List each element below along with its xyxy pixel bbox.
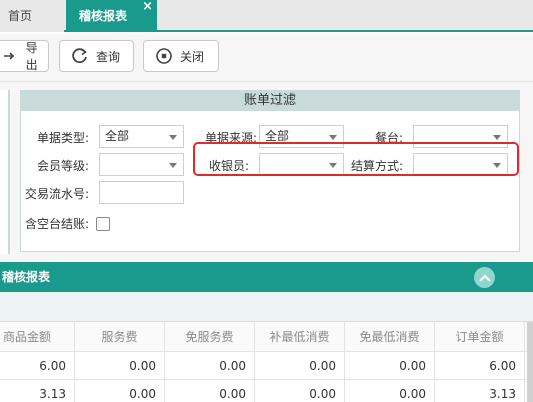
member-level-label: 会员等级:: [36, 159, 89, 173]
table-row[interactable]: 6.00 0.00 0.00 0.00 0.00 6.00: [0, 352, 533, 380]
include-empty-table-label: 含空台结账:: [24, 217, 89, 231]
column-header[interactable]: 免最低消费: [345, 322, 435, 351]
table-header-row: 商品金额 服务费 免服务费 补最低消费 免最低消费 订单金额: [0, 322, 533, 352]
bill-type-label: 单据类型:: [36, 131, 89, 145]
table-cell: 0.00: [75, 380, 165, 402]
tab-audit-report[interactable]: 稽核报表 ×: [66, 0, 157, 32]
export-icon: [1, 46, 20, 66]
tab-bar: 首页 稽核报表 ×: [0, 0, 533, 32]
column-header[interactable]: 商品金额: [0, 322, 75, 351]
table-row[interactable]: 3.13 0.00 0.00 0.00 0.00 3.13: [0, 380, 533, 402]
toolbar: 导出 查询 关闭: [0, 34, 533, 82]
refresh-icon: [70, 46, 90, 66]
export-button[interactable]: 导出: [0, 40, 49, 72]
serial-number-label: 交易流水号:: [24, 187, 89, 201]
bill-type-value: 全部: [105, 129, 130, 143]
close-button[interactable]: 关闭: [143, 40, 219, 72]
query-button[interactable]: 查询: [59, 40, 134, 72]
table-cell: 0.00: [255, 352, 345, 379]
highlight-box: [193, 142, 519, 176]
table-cell: 0.00: [165, 380, 255, 402]
table-cell: 0.00: [75, 352, 165, 379]
table-cell: 6.00: [0, 352, 75, 379]
report-title: 稽核报表: [2, 270, 51, 284]
bill-filter-title: 账单过滤: [21, 91, 519, 111]
report-subheader: [0, 292, 533, 322]
report-header: 稽核报表: [0, 262, 533, 292]
serial-number-input[interactable]: [99, 181, 184, 204]
table-cell: 0.00: [255, 380, 345, 402]
export-label: 导出: [25, 41, 38, 72]
bill-type-select[interactable]: 全部: [99, 125, 184, 148]
chevron-up-icon: [478, 273, 491, 282]
bill-source-value: 全部: [265, 129, 290, 143]
column-header[interactable]: 补最低消费: [255, 322, 345, 351]
include-empty-table-checkbox[interactable]: [96, 217, 110, 231]
column-header[interactable]: 订单金额: [435, 322, 525, 351]
table-cell: 0.00: [345, 380, 435, 402]
column-header[interactable]: 服务费: [75, 322, 165, 351]
table-cell: 0.00: [345, 352, 435, 379]
bill-filter-panel: 账单过滤 单据类型: 全部 单据来源: 全部 餐台: 会员等级: 收银员: 结算…: [20, 90, 520, 252]
filter-area: 账单过滤 单据类型: 全部 单据来源: 全部 餐台: 会员等级: 收银员: 结算…: [0, 82, 533, 338]
column-header[interactable]: 免服务费: [165, 322, 255, 351]
left-panel-edge: [0, 90, 10, 254]
table-cell: 6.00: [435, 352, 525, 379]
table-cell: 0.00: [165, 352, 255, 379]
table-cell: 3.13: [435, 380, 525, 402]
chevron-down-icon: [329, 135, 337, 140]
close-icon[interactable]: ×: [142, 0, 153, 23]
close-label: 关闭: [180, 49, 205, 64]
chevron-down-icon: [169, 163, 177, 168]
tab-home[interactable]: 首页: [0, 0, 64, 32]
query-label: 查询: [96, 49, 121, 64]
chevron-down-icon: [169, 135, 177, 140]
tab-audit-report-label: 稽核报表: [79, 9, 128, 23]
vertical-scrollbar[interactable]: [527, 322, 533, 402]
tab-home-label: 首页: [8, 9, 33, 23]
table-cell: 3.13: [0, 380, 75, 402]
stop-circle-icon: [154, 46, 174, 66]
member-level-select[interactable]: [99, 153, 184, 176]
collapse-button[interactable]: [474, 267, 495, 288]
chevron-down-icon: [493, 135, 501, 140]
